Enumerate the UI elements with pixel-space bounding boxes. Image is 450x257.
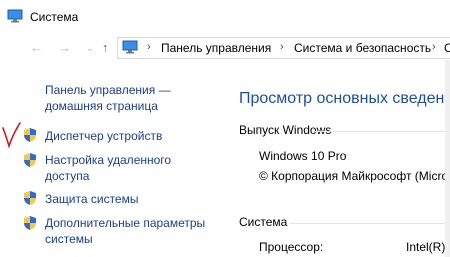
shield-icon [24, 128, 36, 142]
chevron-down-icon[interactable]: ⌄ [86, 41, 94, 55]
window-title: Система [30, 10, 79, 24]
shield-icon [24, 191, 36, 205]
sidebar-item-remote-settings[interactable]: Настройка удаленного доступа [45, 152, 171, 184]
sidebar-item-device-manager[interactable]: Диспетчер устройств [45, 128, 162, 144]
processor-value: Intel(R) [406, 240, 446, 254]
page-title: Просмотр основных сведений [239, 90, 450, 107]
sidebar-item-label: Дополнительные параметры [45, 216, 206, 230]
vertical-scrollbar[interactable] [445, 60, 450, 257]
section-title-system: Система [239, 215, 288, 229]
home-link-line: домашняя страница [45, 99, 158, 113]
breadcrumb-item[interactable]: С [444, 41, 450, 55]
windows-edition-value: Windows 10 Pro [259, 149, 347, 163]
system-icon [7, 9, 23, 23]
control-panel-home-link[interactable]: Панель управления — домашняя страница [45, 82, 171, 114]
chevron-right-icon[interactable]: › [280, 41, 284, 53]
handwritten-checkmark-icon [2, 122, 21, 149]
sidebar-item-label: доступа [45, 169, 90, 183]
section-divider [313, 131, 450, 132]
section-divider [290, 223, 450, 224]
forward-arrow-icon[interactable]: → [58, 41, 71, 55]
up-arrow-icon[interactable]: ↑ [102, 41, 109, 55]
control-panel-icon [122, 40, 138, 54]
window-title-bar: Система [0, 0, 450, 32]
back-arrow-icon[interactable]: ← [30, 41, 43, 55]
sidebar-item-label: Настройка удаленного [45, 153, 172, 167]
sidebar-item-advanced-settings[interactable]: Дополнительные параметры системы [45, 215, 205, 247]
shield-icon [24, 153, 36, 167]
shield-icon [24, 216, 36, 230]
chevron-right-icon[interactable]: › [147, 41, 151, 53]
home-link-line: Панель управления — [45, 83, 171, 97]
copyright-text: © Корпорация Майкрософт (Micro [259, 169, 449, 183]
sidebar-item-label: системы [45, 232, 93, 246]
breadcrumb-item[interactable]: Панель управления [161, 41, 271, 55]
section-title-edition: Выпуск Windows [239, 123, 332, 137]
sidebar-item-system-protection[interactable]: Защита системы [45, 191, 138, 207]
breadcrumb-item[interactable]: Система и безопасность [294, 41, 431, 55]
chevron-right-icon[interactable]: › [432, 41, 436, 53]
processor-label: Процессор: [259, 240, 324, 254]
